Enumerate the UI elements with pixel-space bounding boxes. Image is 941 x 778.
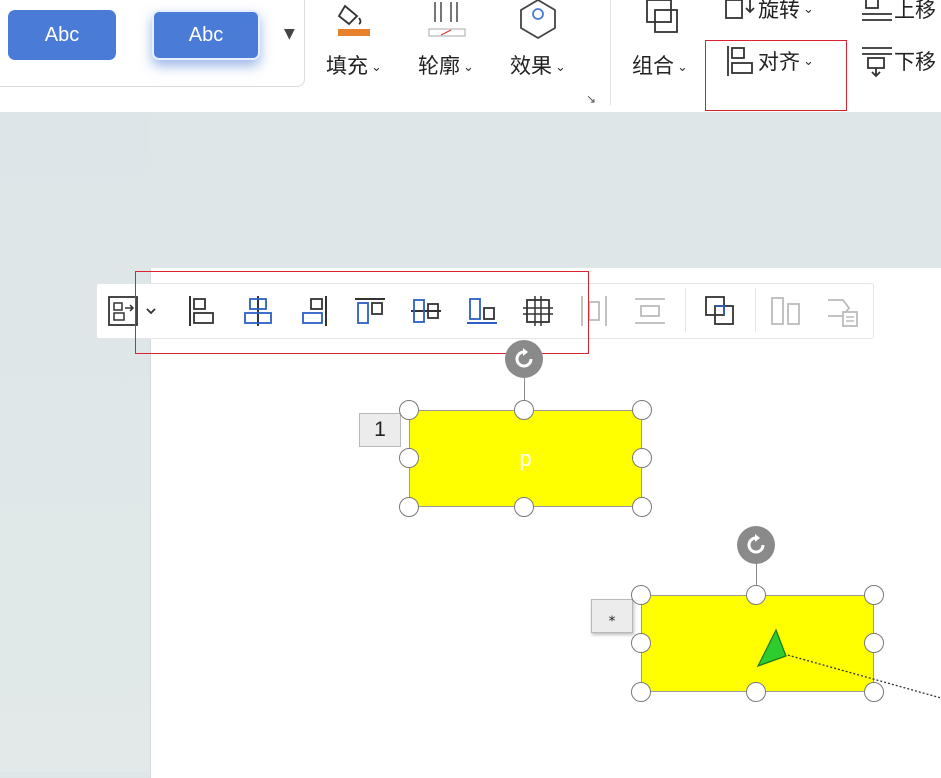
bring-forward-icon (862, 0, 892, 21)
resize-handle[interactable] (631, 682, 651, 702)
rotate-icon (725, 0, 755, 19)
fill-bucket-icon (337, 4, 370, 36)
group-button[interactable]: 组合 ⌄ (632, 0, 688, 80)
resize-handle[interactable] (631, 585, 651, 605)
resize-handle[interactable] (514, 400, 534, 420)
bring-forward-label: 上移 (894, 0, 936, 22)
resize-handle[interactable] (864, 682, 884, 702)
gallery-more-icon[interactable]: ▼ (284, 26, 295, 42)
resize-handle[interactable] (399, 400, 419, 420)
effect-label: 效果 (510, 54, 552, 78)
align-highlight-box (705, 40, 847, 111)
rotate-icon (747, 534, 765, 554)
resize-handle[interactable] (399, 497, 419, 517)
motion-path (756, 628, 941, 699)
group-icon (705, 296, 734, 325)
resize-handle[interactable] (746, 585, 766, 605)
group-label: 组合 (632, 54, 674, 78)
resize-handle[interactable] (514, 497, 534, 517)
motion-start-marker-icon[interactable] (756, 628, 787, 668)
resize-handle[interactable] (632, 448, 652, 468)
dialog-launcher-icon[interactable]: ↘ (586, 92, 596, 106)
resize-handle[interactable] (631, 633, 651, 653)
group-button[interactable] (702, 293, 738, 329)
rotate-handle[interactable] (505, 340, 543, 378)
resize-handle[interactable] (399, 448, 419, 468)
wrap-text-button[interactable] (824, 293, 860, 329)
resize-handle[interactable] (746, 682, 766, 702)
chevron-down-icon: ⌄ (555, 59, 566, 75)
ungroup-icon (771, 297, 800, 325)
effect-cube-icon (520, 0, 556, 40)
resize-handle[interactable] (864, 585, 884, 605)
toolbar-divider (685, 288, 686, 332)
distribute-vertical-icon (635, 298, 665, 324)
workspace-background (0, 113, 150, 772)
chevron-down-icon: ⌄ (803, 1, 814, 17)
animation-tag: ⁎ (591, 599, 633, 633)
ribbon: Abc Abc ▼ 填充 ⌄ 轮廓 ⌄ 效果 ⌄ ↘ 组合 ⌄ 旋转 ⌄ 对齐 … (0, 0, 941, 113)
send-backward-button[interactable]: 下移 (860, 44, 936, 78)
shape-style-preview-2[interactable]: Abc (152, 10, 260, 60)
rotate-button[interactable]: 旋转 ⌄ (724, 0, 814, 24)
outline-label: 轮廓 (418, 54, 460, 78)
toolbar-divider (755, 288, 756, 332)
effect-button[interactable]: 效果 ⌄ (510, 0, 566, 80)
fill-label: 填充 (326, 54, 368, 78)
ungroup-button[interactable] (768, 293, 804, 329)
bring-forward-button[interactable]: 上移 (860, 0, 936, 24)
fill-button[interactable]: 填充 ⌄ (326, 0, 382, 80)
rotate-label: 旋转 (758, 0, 800, 22)
chevron-down-icon: ⌄ (463, 59, 474, 75)
ribbon-divider (610, 0, 611, 105)
rotate-handle[interactable] (737, 526, 775, 564)
send-backward-icon (862, 47, 892, 78)
resize-handle[interactable] (632, 400, 652, 420)
shape-style-preview-1[interactable]: Abc (8, 10, 116, 60)
distribute-vertical-button[interactable] (632, 293, 668, 329)
shape-index-tag: 1 (359, 413, 401, 447)
group-icon (646, 0, 678, 33)
outline-icon (428, 2, 466, 37)
wrap-text-icon (828, 299, 858, 327)
yellow-rectangle-1[interactable]: p (409, 410, 642, 507)
shape-text: p (519, 445, 532, 471)
rotate-icon (515, 348, 533, 368)
chevron-down-icon: ⌄ (677, 59, 688, 75)
resize-handle[interactable] (864, 633, 884, 653)
motion-path-line (783, 653, 941, 699)
chevron-down-icon: ⌄ (371, 59, 382, 75)
resize-handle[interactable] (632, 497, 652, 517)
send-backward-label: 下移 (894, 50, 936, 74)
outline-button[interactable]: 轮廓 ⌄ (418, 0, 474, 80)
